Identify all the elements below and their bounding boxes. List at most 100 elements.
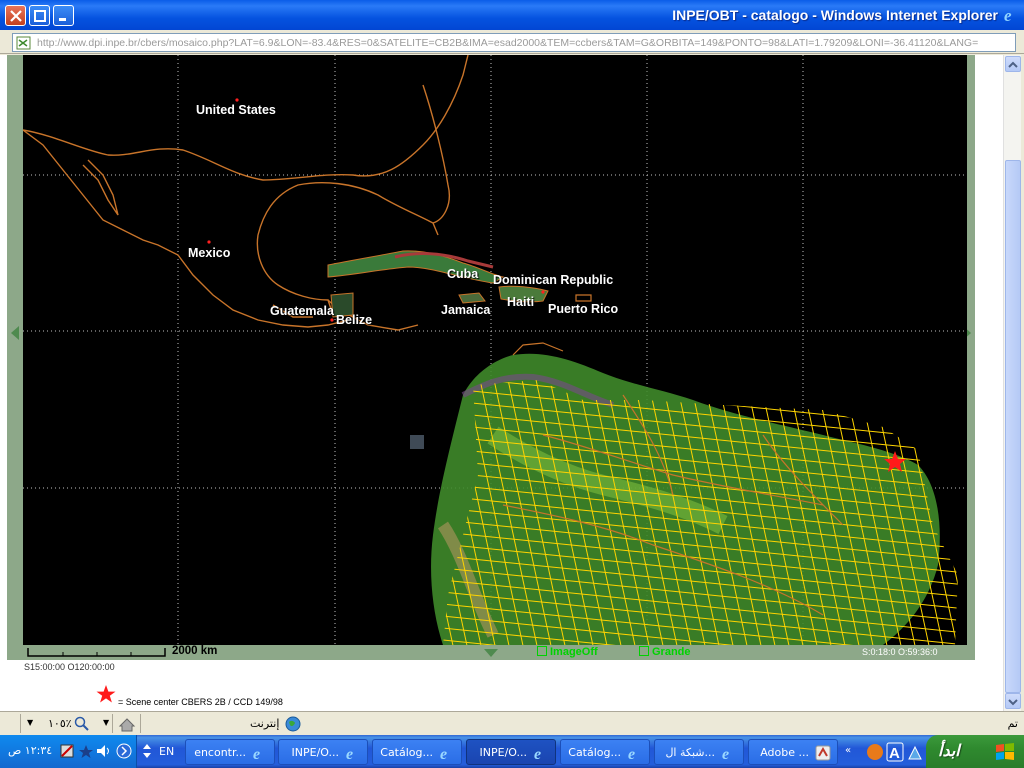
ie-icon: e (628, 746, 635, 761)
coords-top-left: S15:00:00 O120:00:00 (24, 662, 115, 672)
ie-icon: e (534, 746, 541, 761)
label-puerto-rico: Puerto Rico (548, 302, 619, 316)
zoom-menu-arrow-icon[interactable]: ▼ (27, 718, 33, 727)
scroll-thumb[interactable] (1005, 160, 1021, 693)
address-field[interactable]: http://www.dpi.inpe.br/cbers/mosaico.php… (12, 33, 1016, 52)
ie-icon: e (722, 746, 729, 761)
status-separator (112, 714, 113, 733)
network-icon[interactable] (60, 744, 74, 758)
task-button-encontr[interactable]: encontr... e (185, 739, 275, 765)
scale-label: 2000 km (172, 645, 218, 657)
status-separator (20, 714, 21, 733)
task-label: Adobe ... (760, 746, 809, 759)
task-label: encontr... (194, 746, 246, 759)
map-canvas[interactable]: United States Mexico Cuba Dominican Repu… (23, 55, 967, 645)
imageoff-label: ImageOff (550, 646, 598, 658)
title-bar: INPE/OBT - catalogo - Windows Internet E… (0, 0, 1024, 30)
grande-label: Grande (652, 646, 691, 658)
language-indicator[interactable]: EN (159, 745, 174, 758)
zoom-dropdown-arrow-icon[interactable]: ▼ (103, 718, 109, 727)
task-label: شبكة ال... (665, 746, 715, 759)
minimize-button[interactable] (53, 5, 74, 26)
protected-mode-icon (118, 718, 136, 732)
start-label: ابدأ (938, 741, 960, 760)
task-label: INPE/O... (479, 746, 527, 759)
label-jamaica: Jamaica (441, 303, 491, 317)
imageoff-checkbox[interactable]: ImageOff (537, 646, 598, 658)
pan-south-arrow-icon[interactable] (483, 648, 499, 658)
label-united-states: United States (196, 103, 276, 117)
volume-icon[interactable] (96, 744, 112, 758)
map-footer: 2000 km ImageOff Grande S:0:18:0 O:59:36… (7, 645, 975, 660)
security-zone-label: إنترنت (250, 717, 280, 730)
svg-text:e: e (722, 746, 729, 761)
minimize-icon (59, 18, 66, 21)
windows-logo-icon (996, 743, 1014, 760)
ie-icon: e (253, 746, 260, 761)
ie-logo-icon: e (1004, 6, 1012, 24)
map-graphics (23, 55, 967, 645)
task-label: Catálog... (380, 746, 433, 759)
task-button-adobe[interactable]: Adobe ... (748, 739, 838, 765)
scroll-up-icon (1008, 61, 1018, 68)
scale-bar (27, 648, 166, 657)
status-text: تم (1007, 717, 1018, 730)
map-frame: United States Mexico Cuba Dominican Repu… (7, 55, 975, 660)
svg-text:e: e (440, 746, 447, 761)
task-label: Catálog... (568, 746, 621, 759)
address-bar: http://www.dpi.inpe.br/cbers/mosaico.php… (0, 30, 1024, 54)
ie-icon: e (440, 746, 447, 761)
status-separator (140, 714, 141, 733)
page-content: United States Mexico Cuba Dominican Repu… (0, 55, 1003, 711)
grande-checkbox[interactable]: Grande (639, 646, 691, 658)
address-url: http://www.dpi.inpe.br/cbers/mosaico.php… (37, 37, 979, 49)
tray-expand-icon[interactable] (116, 743, 132, 759)
svg-text:e: e (253, 746, 260, 761)
svg-text:A: A (889, 745, 900, 762)
label-guatemala: Guatemala (270, 304, 334, 318)
clock[interactable]: ١٢:٣٤ ص (8, 744, 52, 757)
svg-text:e: e (1004, 6, 1012, 24)
label-cuba: Cuba (447, 267, 479, 281)
scroll-down-button[interactable] (1005, 693, 1021, 709)
taskbar: ١٢:٣٤ ص EN encontr... e INPE/O... e Catá… (0, 735, 1024, 768)
label-haiti: Haiti (507, 295, 535, 309)
close-icon (10, 10, 22, 22)
status-bar: تم إنترنت ▼ ١٠٥٪ ▼ (0, 711, 1024, 735)
start-button[interactable]: ابدأ (926, 735, 1024, 768)
quick-launch-icons: « A (845, 742, 922, 762)
imageoff-check-icon (537, 646, 547, 656)
close-button[interactable] (5, 5, 26, 26)
lang-arrows-icon[interactable] (141, 741, 153, 761)
svg-text:e: e (346, 746, 353, 761)
system-tray: ١٢:٣٤ ص (0, 735, 137, 768)
maximize-button[interactable] (29, 5, 50, 26)
quick-launch: « A (843, 741, 923, 767)
pan-west-arrow-icon[interactable] (9, 325, 21, 341)
scroll-up-button[interactable] (1005, 56, 1021, 72)
task-button-network[interactable]: شبكة ال... e (654, 739, 744, 765)
star-tray-icon[interactable] (78, 744, 94, 760)
city-markers (207, 98, 545, 322)
task-button-catalog-2[interactable]: Catálog... e (560, 739, 650, 765)
legend-text: = Scene center CBERS 2B / CCD 149/98 (118, 697, 283, 707)
task-button-inpe-active[interactable]: INPE/O... e (466, 739, 556, 765)
coords-bottom-right: S:0:18:0 O:59:36:0 (862, 647, 938, 657)
zoom-level[interactable]: ١٠٥٪ (48, 717, 72, 730)
label-dominican-republic: Dominican Republic (493, 273, 614, 287)
label-belize: Belize (336, 313, 373, 327)
svg-text:e: e (628, 746, 635, 761)
window-title: INPE/OBT - catalogo - Windows Internet E… (672, 7, 998, 23)
svg-text:e: e (534, 746, 541, 761)
country-borders (23, 55, 469, 331)
page-icon (16, 36, 31, 50)
restore-icon (34, 10, 46, 22)
adobe-icon (815, 745, 831, 761)
svg-text:«: « (845, 745, 851, 756)
zoom-icon (74, 716, 89, 731)
globe-icon (285, 716, 301, 732)
grande-check-icon (639, 646, 649, 656)
task-button-inpe-1[interactable]: INPE/O... e (278, 739, 368, 765)
vertical-scrollbar[interactable] (1003, 55, 1021, 711)
task-button-catalog-1[interactable]: Catálog... e (372, 739, 462, 765)
